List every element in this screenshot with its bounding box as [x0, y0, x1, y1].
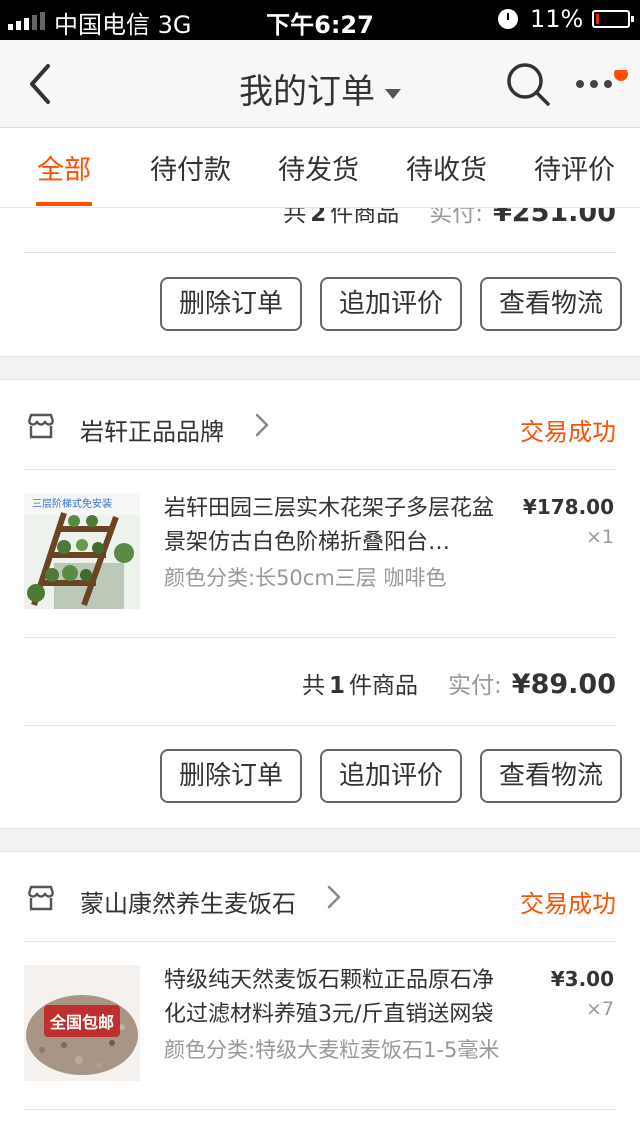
shop-icon: [27, 885, 55, 911]
add-review-button[interactable]: 追加评价: [320, 277, 462, 331]
count-suffix: 件商品: [349, 673, 419, 699]
tab-all[interactable]: 全部: [37, 148, 91, 187]
view-logistics-button[interactable]: 查看物流: [480, 277, 622, 331]
section-gap: [0, 828, 640, 852]
shop-name[interactable]: 蒙山康然养生麦饭石: [80, 884, 296, 919]
divider: [24, 469, 616, 470]
divider: [24, 1109, 616, 1110]
paid-amount: ¥251.00: [493, 208, 616, 228]
product-thumbnail[interactable]: 全国包邮: [24, 965, 140, 1081]
divider: [24, 941, 616, 942]
tab-pending-shipment[interactable]: 待发货: [278, 148, 359, 187]
battery-icon: [592, 10, 634, 28]
nav-bar: 我的订单: [0, 40, 640, 128]
product-price: ¥178.00: [522, 495, 614, 519]
divider: [24, 637, 616, 638]
tab-pending-payment[interactable]: 待付款: [150, 148, 231, 187]
product-price: ¥3.00: [550, 967, 614, 991]
thumbnail-caption: 三层阶梯式免安装: [32, 499, 112, 510]
add-review-button[interactable]: 追加评价: [320, 749, 462, 803]
product-spec: 颜色分类:特级大麦粒麦饭石1-5毫米: [164, 1038, 500, 1062]
order-status: 交易成功: [520, 890, 616, 918]
active-tab-indicator: [36, 202, 92, 206]
product-quantity: ×1: [585, 526, 614, 548]
shop-name[interactable]: 岩轩正品品牌: [80, 412, 224, 447]
item-count: 2: [310, 208, 327, 227]
alarm-clock-icon: [498, 9, 518, 29]
product-thumbnail[interactable]: 三层阶梯式免安装: [24, 493, 140, 609]
order-list[interactable]: 共 2 件商品 实付: ¥251.00 删除订单 追加评价 查看物流 岩轩正品品…: [0, 208, 640, 1136]
chevron-right-icon[interactable]: [326, 884, 342, 910]
shop-icon: [27, 413, 55, 439]
paid-amount: ¥89.00: [511, 669, 616, 700]
tab-pending-review[interactable]: 待评价: [534, 148, 615, 187]
chevron-right-icon[interactable]: [254, 412, 270, 438]
paid-label: 实付:: [429, 208, 484, 227]
search-icon[interactable]: [504, 60, 552, 108]
battery-percent: 11%: [530, 5, 584, 33]
page-title-text: 我的订单: [239, 72, 375, 112]
item-count: 1: [329, 673, 346, 699]
status-bar: 中国电信 3G 下午6:27 11%: [0, 0, 640, 40]
view-logistics-button[interactable]: 查看物流: [480, 749, 622, 803]
order-total-row: 共 1 件商品 实付: ¥89.00: [302, 666, 616, 700]
product-title[interactable]: 岩轩田园三层实木花架子多层花盆景架仿古白色阶梯折叠阳台…: [164, 492, 508, 560]
product-title[interactable]: 特级纯天然麦饭石颗粒正品原石净化过滤材料养殖3元/斤直销送网袋: [164, 964, 508, 1032]
delete-order-button[interactable]: 删除订单: [160, 749, 302, 803]
count-prefix: 共: [283, 208, 307, 227]
order-tabs: 全部 待付款 待发货 待收货 待评价: [0, 128, 640, 208]
order-total-row: 共 2 件商品 实付: ¥251.00: [283, 208, 616, 228]
thumbnail-caption: 全国包邮: [49, 1013, 114, 1032]
more-icon[interactable]: [574, 70, 634, 100]
caret-down-icon: [385, 88, 401, 99]
paid-label: 实付:: [448, 673, 502, 699]
divider: [24, 252, 616, 253]
count-prefix: 共: [302, 673, 326, 699]
order-status: 交易成功: [520, 418, 616, 446]
product-spec: 颜色分类:长50cm三层 咖啡色: [164, 566, 447, 590]
product-quantity: ×7: [585, 998, 614, 1020]
tab-pending-receipt[interactable]: 待收货: [406, 148, 487, 187]
count-suffix: 件商品: [330, 208, 400, 227]
divider: [24, 725, 616, 726]
delete-order-button[interactable]: 删除订单: [160, 277, 302, 331]
section-gap: [0, 356, 640, 380]
